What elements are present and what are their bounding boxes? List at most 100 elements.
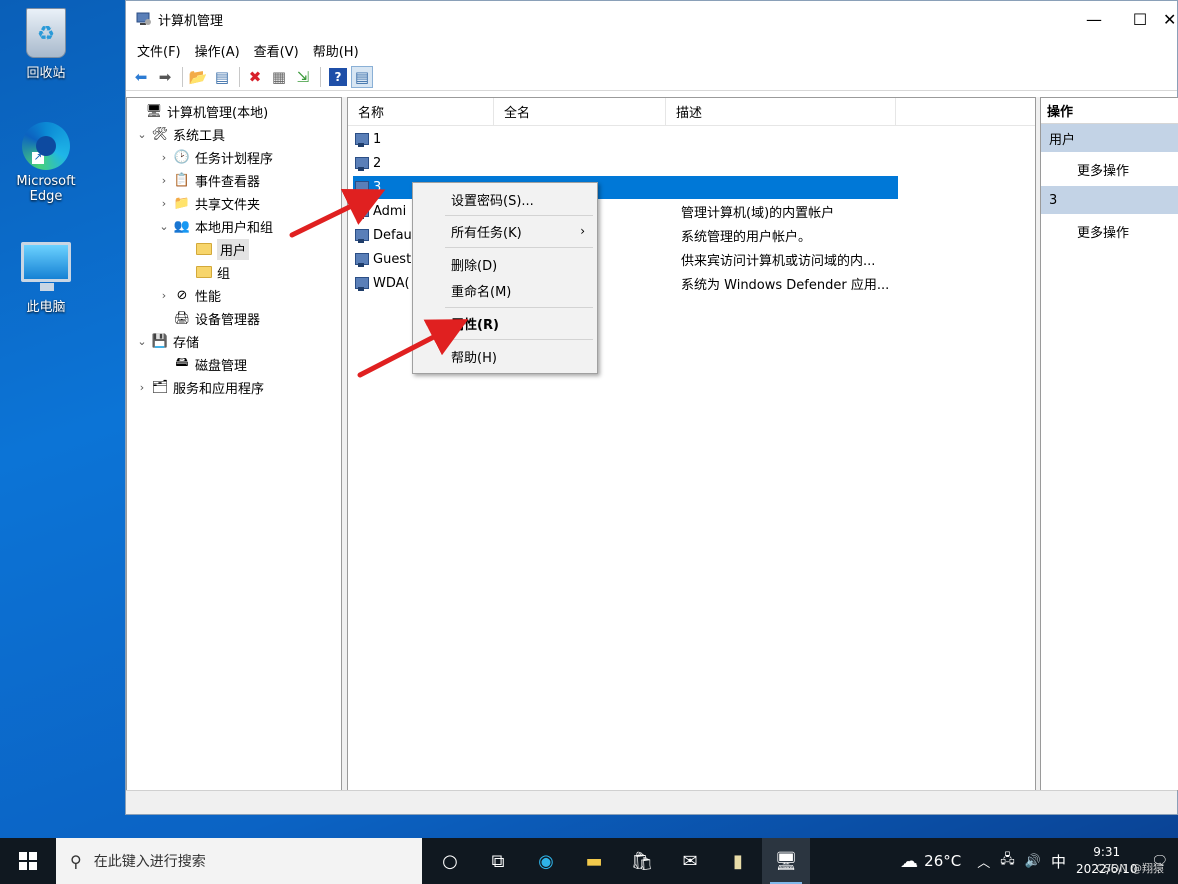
disk-icon: 🖴 <box>175 355 189 370</box>
tree-item-disk-management[interactable]: 🖴 磁盘管理 <box>157 353 247 375</box>
user-icon <box>353 156 370 172</box>
tree-item-local-users-groups[interactable]: ⌄ 👥 本地用户和组 <box>157 215 273 237</box>
tree-item-shared-folders[interactable]: › 📁 共享文件夹 <box>157 192 260 214</box>
weather-temperature[interactable]: 26°C <box>924 852 961 870</box>
weather-cloud-icon[interactable]: ☁ <box>900 851 918 872</box>
network-icon[interactable]: 🖧 <box>1000 850 1015 872</box>
delete-icon[interactable]: ✖ <box>244 66 266 88</box>
menu-item-help[interactable]: 帮助(H) <box>413 344 597 368</box>
edge-taskbar-icon[interactable]: ◉ <box>522 838 570 884</box>
column-header-description[interactable]: 描述 <box>666 98 896 125</box>
menu-item-all-tasks[interactable]: 所有任务(K) › <box>413 219 597 243</box>
user-description: 系统管理的用户帐户。 <box>681 230 812 245</box>
maximize-button[interactable]: ☐ <box>1117 1 1163 37</box>
list-row[interactable]: 1 <box>353 128 381 151</box>
tree-item-computer-management[interactable]: 🖥 计算机管理(本地) <box>129 100 268 122</box>
shared-folder-icon: 📁 <box>173 195 191 211</box>
tree-item-label: 共享文件夹 <box>195 197 261 213</box>
user-icon <box>353 228 370 244</box>
menu-action[interactable]: 操作(A) <box>188 41 247 60</box>
menu-help[interactable]: 帮助(H) <box>306 41 366 60</box>
menu-view[interactable]: 查看(V) <box>247 41 306 60</box>
expand-arrow[interactable]: › <box>157 289 171 302</box>
up-folder-icon[interactable]: 📂 <box>187 66 209 88</box>
desktop-icon-edge[interactable]: ↗ Microsoft Edge <box>6 122 86 204</box>
menu-item-set-password[interactable]: 设置密码(S)... <box>413 187 597 211</box>
user-name: Defau <box>373 228 412 243</box>
tree-item-label: 用户 <box>217 238 250 260</box>
tree-item-performance[interactable]: › ⊘ 性能 <box>157 284 221 306</box>
properties-icon[interactable]: ▦ <box>268 66 290 88</box>
tree-item-event-viewer[interactable]: › 📋 事件查看器 <box>157 169 260 191</box>
notes-icon[interactable]: ▮ <box>714 838 762 884</box>
volume-icon[interactable]: 🔊 <box>1025 854 1041 869</box>
menu-item-delete[interactable]: 删除(D) <box>413 252 597 276</box>
storage-icon: 💾 <box>151 333 169 349</box>
minimize-button[interactable]: — <box>1071 1 1117 37</box>
user-icon <box>353 204 370 220</box>
computer-management-icon <box>136 12 151 25</box>
user-icon <box>353 132 370 148</box>
column-header-fullname[interactable]: 全名 <box>494 98 666 125</box>
tree-item-storage[interactable]: ⌄ 💾 存储 <box>135 330 199 352</box>
back-arrow-icon[interactable]: ⬅ <box>130 66 152 88</box>
actions-section-selected-user[interactable]: 3 <box>1041 186 1178 214</box>
collapse-arrow[interactable]: ⌄ <box>135 335 149 348</box>
list-row[interactable]: 2 <box>353 152 381 175</box>
desktop-icon-recycle-bin[interactable]: 回收站 <box>6 8 86 81</box>
store-icon[interactable]: 🛍 <box>618 838 666 884</box>
tree-item-device-manager[interactable]: 🖨 设备管理器 <box>157 307 260 329</box>
user-description: 系统为 Windows Defender 应用... <box>681 278 890 293</box>
show-hide-action-pane-icon[interactable]: ▤ <box>351 65 373 88</box>
export-list-icon[interactable]: ⇲ <box>292 66 314 88</box>
desktop-icon-this-pc[interactable]: 此电脑 <box>6 242 86 315</box>
expand-arrow[interactable]: › <box>157 197 171 210</box>
tree-item-label: 本地用户和组 <box>195 220 274 236</box>
cortana-icon[interactable]: ○ <box>426 838 474 884</box>
ime-indicator[interactable]: 中 <box>1051 851 1066 872</box>
tree-item-system-tools[interactable]: ⌄ 🛠 系统工具 <box>135 123 225 145</box>
expand-arrow[interactable]: › <box>135 381 149 394</box>
menu-item-rename[interactable]: 重命名(M) <box>413 278 597 302</box>
file-explorer-icon[interactable]: ▬ <box>570 838 618 884</box>
taskbar-search-box[interactable]: ⚲ 在此键入进行搜索 <box>56 838 422 884</box>
menu-item-properties[interactable]: 属性(R) <box>413 311 597 335</box>
close-button[interactable]: ✕ <box>1163 1 1177 37</box>
menu-divider <box>445 339 593 340</box>
menu-divider <box>445 307 593 308</box>
tree-item-task-scheduler[interactable]: › 🕑 任务计划程序 <box>157 146 273 168</box>
collapse-arrow[interactable]: ⌄ <box>157 220 171 233</box>
task-view-icon[interactable]: ⧉ <box>474 838 522 884</box>
search-placeholder: 在此键入进行搜索 <box>93 854 206 870</box>
tree-item-services-apps[interactable]: › 🗂 服务和应用程序 <box>135 376 264 398</box>
more-actions-link[interactable]: 更多操作 <box>1041 214 1178 248</box>
chevron-up-icon[interactable]: ︿ <box>977 852 990 871</box>
show-hide-tree-icon[interactable]: ▤ <box>211 66 233 88</box>
mail-icon[interactable]: ✉ <box>666 838 714 884</box>
tree-item-groups[interactable]: 组 <box>179 261 230 283</box>
collapse-arrow[interactable]: ⌄ <box>135 128 149 141</box>
help-icon[interactable]: ? <box>329 67 347 86</box>
computer-management-taskbar-icon[interactable]: 🖥 <box>762 838 810 884</box>
menu-bar: 文件(F) 操作(A) 查看(V) 帮助(H) <box>126 37 1177 63</box>
more-actions-link[interactable]: 更多操作 <box>1041 152 1178 186</box>
start-button[interactable] <box>0 838 56 884</box>
csdn-watermark: CSDN @翔猿 <box>1096 862 1164 875</box>
user-name: WDA( <box>373 276 410 291</box>
column-header-name[interactable]: 名称 <box>348 98 494 125</box>
forward-arrow-icon[interactable]: ➡ <box>154 66 176 88</box>
recycle-bin-icon <box>26 8 66 58</box>
user-description: 供来宾访问计算机或访问域的内... <box>681 254 876 269</box>
menu-file[interactable]: 文件(F) <box>130 41 188 60</box>
expand-arrow[interactable]: › <box>157 151 171 164</box>
tree-item-users[interactable]: 用户 <box>179 238 250 260</box>
title-bar[interactable]: 计算机管理 — ☐ ✕ <box>126 1 1177 37</box>
expand-arrow[interactable]: › <box>157 174 171 187</box>
submenu-arrow-icon: › <box>580 224 585 238</box>
toolbar-divider <box>320 66 321 87</box>
toolbar-divider <box>182 66 183 87</box>
actions-section-users[interactable]: 用户 <box>1041 124 1178 152</box>
desktop-icon-label: Microsoft Edge <box>16 174 76 204</box>
clock-time: 9:31 <box>1093 845 1121 859</box>
toolbar: ⬅ ➡ 📂 ▤ ✖ ▦ ⇲ ? ▤ <box>126 63 1177 91</box>
